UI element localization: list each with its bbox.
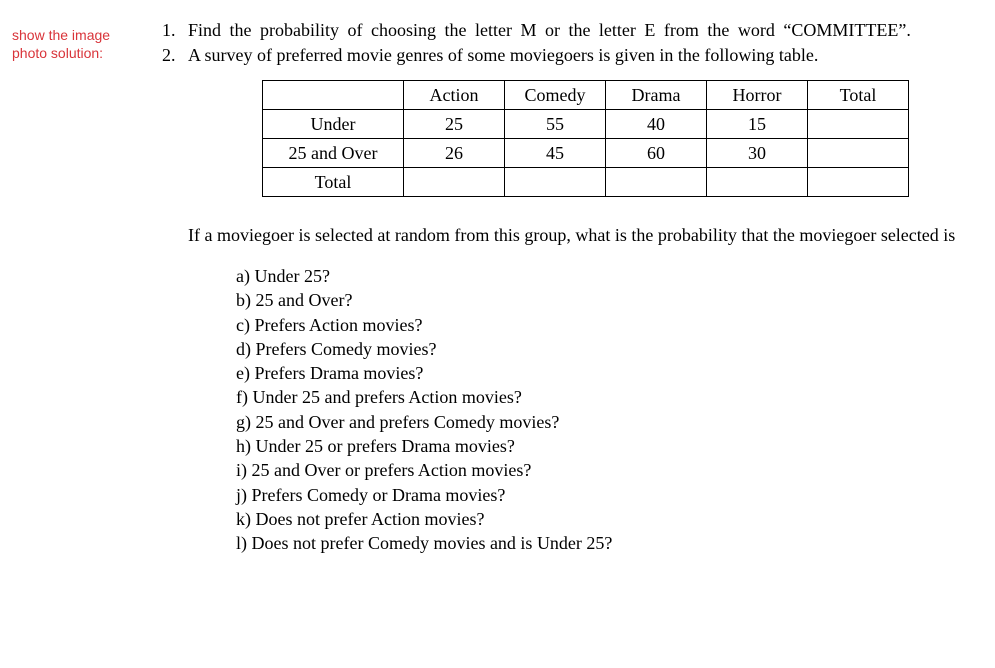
option-j: j) Prefers Comedy or Drama movies? — [236, 483, 983, 507]
option-b: b) 25 and Over? — [236, 288, 983, 312]
problem-list: Find the probability of choosing the let… — [152, 20, 983, 556]
cell — [808, 110, 909, 139]
option-c: c) Prefers Action movies? — [236, 313, 983, 337]
row-label-total: Total — [263, 168, 404, 197]
annotation-line-1: show the image — [12, 26, 152, 44]
cell — [808, 139, 909, 168]
problem-content: Find the probability of choosing the let… — [152, 20, 983, 560]
cell: 40 — [606, 110, 707, 139]
cell — [505, 168, 606, 197]
cell — [808, 168, 909, 197]
table-header-action: Action — [404, 81, 505, 110]
cell: 26 — [404, 139, 505, 168]
table-row: 25 and Over 26 45 60 30 — [263, 139, 909, 168]
table-row: Total — [263, 168, 909, 197]
option-e: e) Prefers Drama movies? — [236, 361, 983, 385]
cell: 60 — [606, 139, 707, 168]
table-header-drama: Drama — [606, 81, 707, 110]
problem-2-subquestion: If a moviegoer is selected at random fro… — [188, 225, 983, 246]
cell: 45 — [505, 139, 606, 168]
survey-table: Action Comedy Drama Horror Total Under 2… — [262, 80, 909, 197]
table-header-comedy: Comedy — [505, 81, 606, 110]
table-header-blank — [263, 81, 404, 110]
cell: 25 — [404, 110, 505, 139]
option-d: d) Prefers Comedy movies? — [236, 337, 983, 361]
cell — [707, 168, 808, 197]
options-list: a) Under 25? b) 25 and Over? c) Prefers … — [236, 264, 983, 556]
table-row: Under 25 55 40 15 — [263, 110, 909, 139]
cell: 15 — [707, 110, 808, 139]
annotation-label: show the image photo solution: — [12, 20, 152, 62]
row-label-25over: 25 and Over — [263, 139, 404, 168]
table-header-row: Action Comedy Drama Horror Total — [263, 81, 909, 110]
problem-2: A survey of preferred movie genres of so… — [180, 45, 983, 556]
problem-1-text: Find the probability of choosing the let… — [188, 20, 983, 41]
annotation-line-2: photo solution: — [12, 44, 152, 62]
table-header-horror: Horror — [707, 81, 808, 110]
problem-2-intro: A survey of preferred movie genres of so… — [188, 45, 983, 66]
cell — [606, 168, 707, 197]
option-f: f) Under 25 and prefers Action movies? — [236, 385, 983, 409]
option-k: k) Does not prefer Action movies? — [236, 507, 983, 531]
option-h: h) Under 25 or prefers Drama movies? — [236, 434, 983, 458]
cell — [404, 168, 505, 197]
option-l: l) Does not prefer Comedy movies and is … — [236, 531, 983, 555]
cell: 55 — [505, 110, 606, 139]
cell: 30 — [707, 139, 808, 168]
row-label-under: Under — [263, 110, 404, 139]
option-g: g) 25 and Over and prefers Comedy movies… — [236, 410, 983, 434]
option-a: a) Under 25? — [236, 264, 983, 288]
table-header-total: Total — [808, 81, 909, 110]
option-i: i) 25 and Over or prefers Action movies? — [236, 458, 983, 482]
problem-1: Find the probability of choosing the let… — [180, 20, 983, 41]
